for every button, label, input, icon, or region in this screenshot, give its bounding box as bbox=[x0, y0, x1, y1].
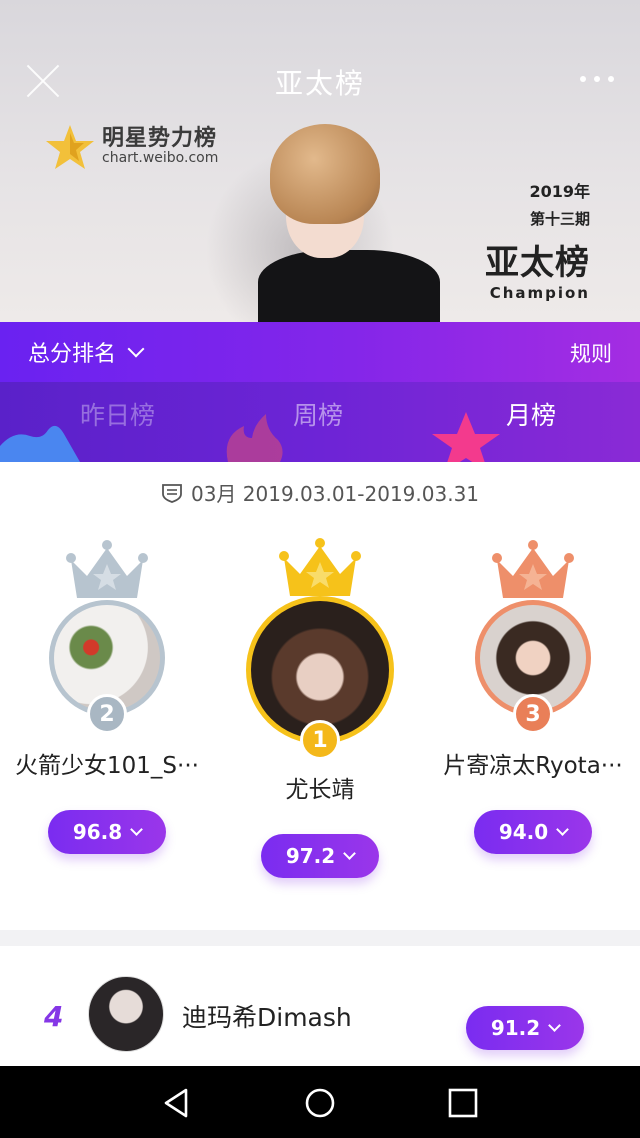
avatar bbox=[251, 601, 389, 739]
home-icon[interactable] bbox=[303, 1086, 337, 1120]
chevron-down-icon bbox=[556, 823, 570, 836]
chevron-down-icon bbox=[130, 823, 144, 836]
list-item[interactable]: 4 迪玛希Dimash 91.2 bbox=[0, 946, 640, 1066]
score-value: 97.2 bbox=[285, 844, 336, 868]
period-text: 03月 2019.03.01-2019.03.31 bbox=[190, 482, 480, 506]
rules-link[interactable]: 规则 bbox=[570, 338, 612, 368]
logo-url: chart.weibo.com bbox=[102, 150, 219, 167]
podium-rank-1[interactable]: 1 尤长靖 97.2 bbox=[213, 538, 427, 878]
score-value: 94.0 bbox=[498, 820, 549, 844]
chevron-down-icon bbox=[127, 340, 145, 358]
star-logo-icon bbox=[46, 125, 94, 169]
star-decoration-icon bbox=[432, 412, 500, 462]
score-value: 96.8 bbox=[72, 820, 123, 844]
gold-crown-icon bbox=[279, 538, 361, 596]
more-dots-icon[interactable] bbox=[580, 76, 614, 82]
avatar bbox=[88, 976, 164, 1052]
champion-photo bbox=[250, 120, 440, 322]
chart-logo: 明星势力榜 chart.weibo.com bbox=[44, 123, 218, 171]
back-icon[interactable] bbox=[160, 1086, 194, 1120]
score-button[interactable]: 97.2 bbox=[261, 834, 379, 878]
page-title: 亚太榜 bbox=[274, 67, 365, 100]
shield-calendar-icon bbox=[162, 483, 182, 503]
chevron-down-icon bbox=[343, 847, 357, 860]
banner-caption: 2019年 第十三期 亚太榜 Champion bbox=[470, 178, 590, 302]
artist-name: 火箭少女101_S··· bbox=[15, 753, 199, 779]
wave-decoration-icon bbox=[0, 425, 80, 462]
score-button[interactable]: 94.0 bbox=[474, 810, 592, 854]
artist-name: 片寄凉太Ryota··· bbox=[443, 753, 623, 779]
system-nav-bar bbox=[0, 1066, 640, 1138]
rank-type-dropdown[interactable]: 总分排名 bbox=[28, 336, 145, 368]
rank-bar: 总分排名 规则 bbox=[0, 322, 640, 382]
banner-subtitle: Champion bbox=[489, 284, 590, 302]
logo-name: 明星势力榜 bbox=[102, 126, 218, 152]
rank-number: 4 bbox=[44, 1000, 64, 1033]
period-tabs: 昨日榜 周榜 月榜 bbox=[0, 382, 640, 462]
banner-year: 2019年 bbox=[529, 182, 590, 201]
period-date: 03月 2019.03.01-2019.03.31 bbox=[0, 478, 640, 507]
rank-badge: 2 bbox=[87, 694, 127, 734]
tab-month[interactable]: 月榜 bbox=[506, 396, 556, 432]
banner: 亚太榜 明星势力榜 chart.weibo.com 2019年 第十三期 亚太榜… bbox=[0, 0, 640, 322]
recents-icon[interactable] bbox=[446, 1086, 480, 1120]
score-value: 91.2 bbox=[490, 1016, 541, 1040]
artist-name: 迪玛希Dimash bbox=[182, 1003, 352, 1032]
bronze-crown-icon bbox=[492, 540, 574, 598]
artist-name: 尤长靖 bbox=[285, 777, 355, 803]
silver-crown-icon bbox=[66, 540, 148, 598]
tab-yesterday[interactable]: 昨日榜 bbox=[80, 396, 155, 432]
score-button[interactable]: 96.8 bbox=[48, 810, 166, 854]
rank-badge: 3 bbox=[513, 694, 553, 734]
banner-title: 亚太榜 bbox=[485, 243, 590, 283]
chevron-down-icon bbox=[548, 1019, 562, 1032]
banner-issue: 第十三期 bbox=[529, 210, 590, 228]
tab-week[interactable]: 周榜 bbox=[293, 396, 343, 432]
score-button[interactable]: 91.2 bbox=[466, 1006, 584, 1050]
rank-type-label: 总分排名 bbox=[28, 342, 117, 367]
podium-rank-3[interactable]: 3 片寄凉太Ryota··· 94.0 bbox=[426, 540, 640, 854]
section-divider bbox=[0, 930, 640, 946]
rank-badge: 1 bbox=[300, 720, 340, 760]
podium-rank-2[interactable]: 2 火箭少女101_S··· 96.8 bbox=[0, 540, 214, 854]
flame-decoration-icon bbox=[226, 414, 283, 462]
